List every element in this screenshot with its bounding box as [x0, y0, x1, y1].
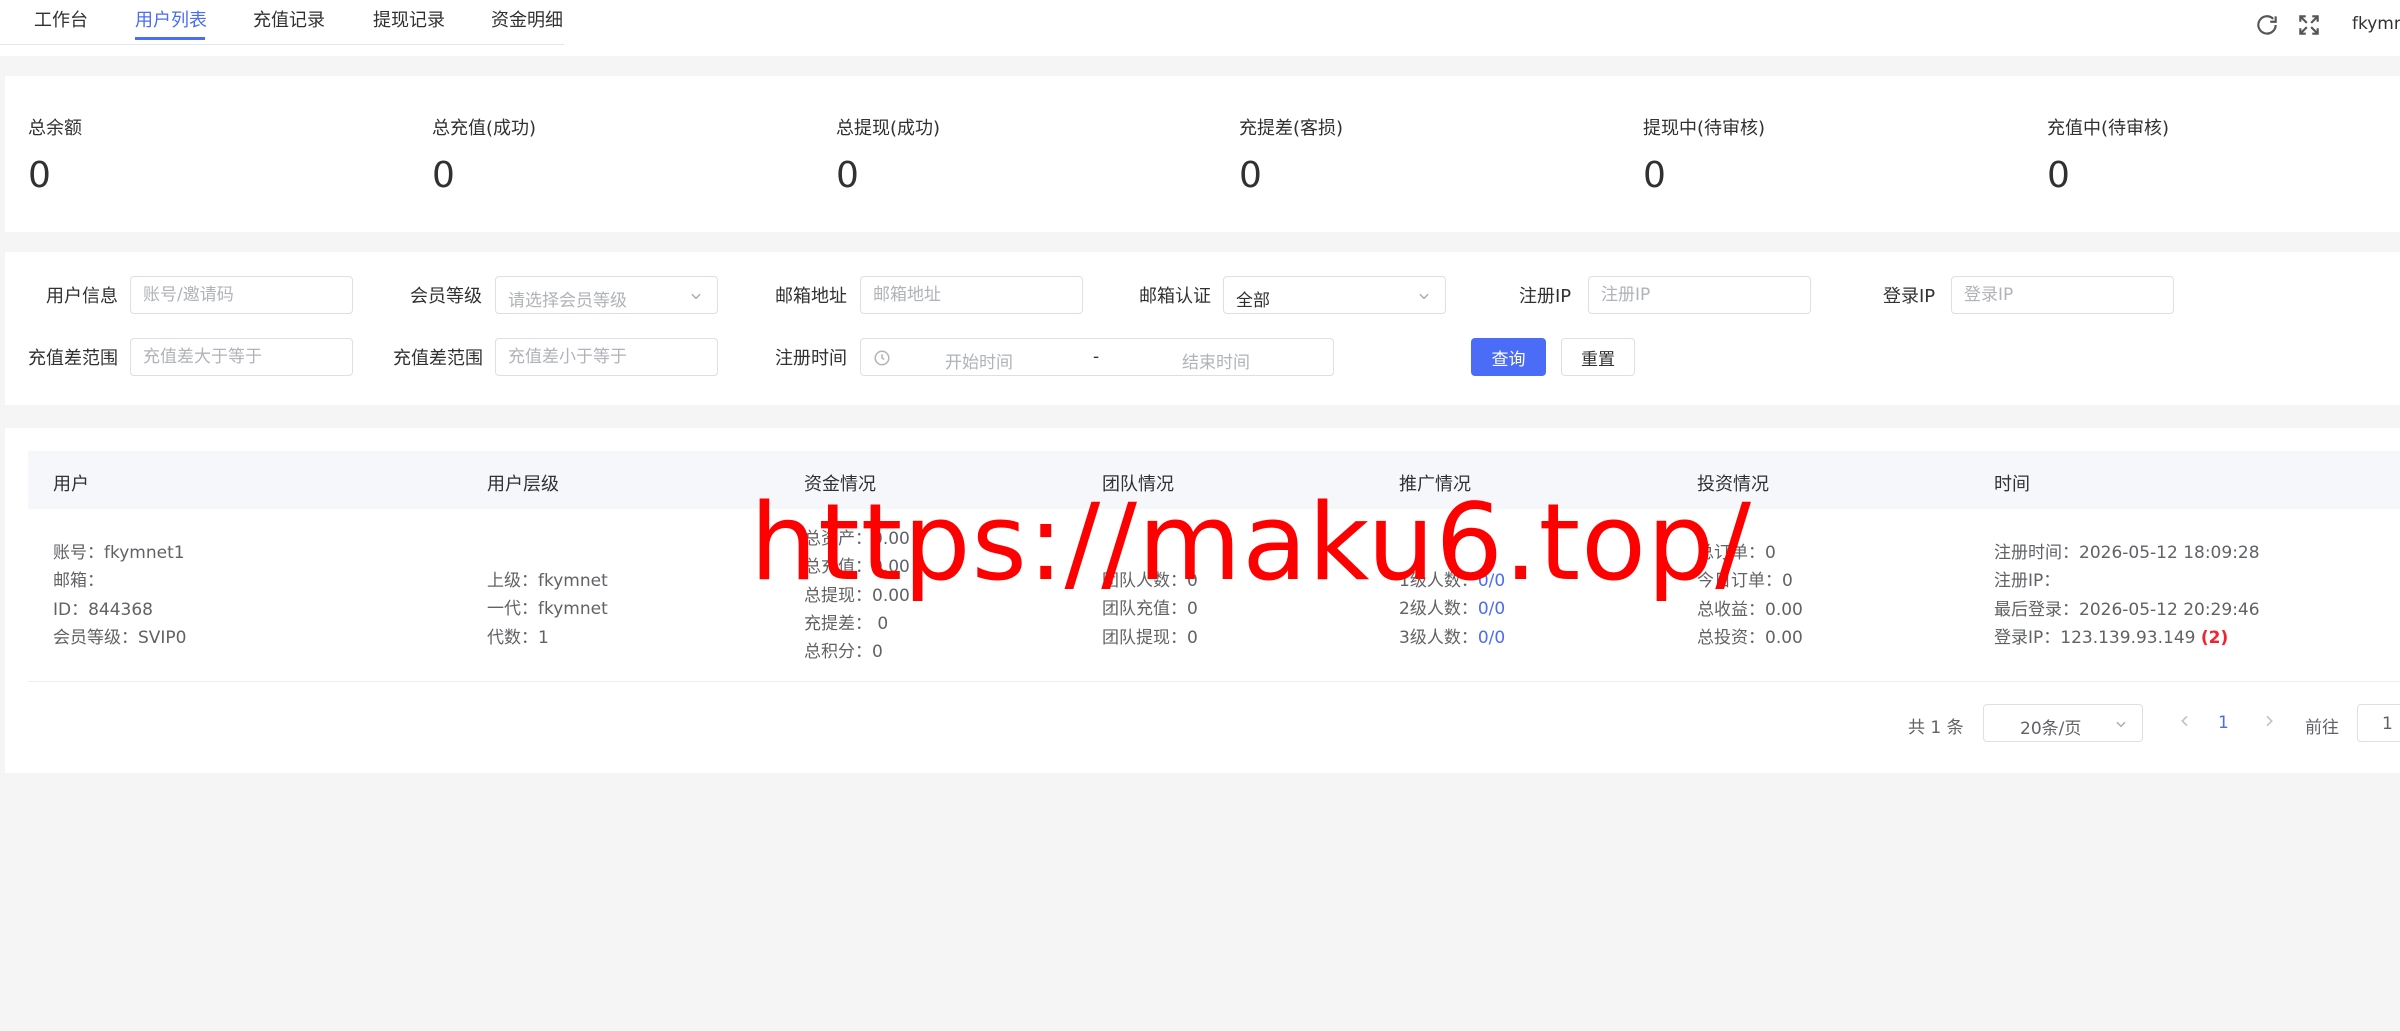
member-level-placeholder: 请选择会员等级	[508, 291, 627, 311]
tab-user-list[interactable]: 用户列表	[135, 6, 207, 32]
time-login-ip: 登录IP：123.139.93.149 (2)	[1994, 624, 2260, 652]
stat-label: 总提现(成功)	[836, 118, 941, 139]
member-level-label: 会员等级	[410, 286, 482, 307]
stat-withdraw-pending: 提现中(待审核) 0	[1643, 114, 1765, 196]
stat-total-withdraw: 总提现(成功) 0	[836, 114, 940, 196]
stat-label: 总充值(成功)	[432, 118, 537, 139]
fullscreen-icon[interactable]	[2296, 12, 2322, 38]
promo-level-3-value[interactable]: 0/0	[1478, 628, 1505, 648]
tab-recharge-records[interactable]: 充值记录	[253, 6, 325, 32]
goto-page-input[interactable]: 1	[2357, 704, 2400, 742]
stat-total-recharge: 总充值(成功) 0	[432, 114, 536, 196]
chevron-down-icon	[1419, 293, 1429, 300]
top-bar: 工作台 用户列表 充值记录 提现记录 资金明细 fkymnet	[0, 0, 2400, 56]
cell-user: 账号：fkymnet1 邮箱： ID：844368 会员等级：SVIP0	[53, 539, 187, 652]
reset-button[interactable]: 重置	[1561, 338, 1635, 376]
clock-icon	[874, 350, 890, 366]
email-verify-label: 邮箱认证	[1139, 286, 1211, 307]
stat-value: 0	[1643, 155, 1666, 196]
stat-value: 0	[836, 155, 859, 196]
invest-total-invest: 总投资：0.00	[1697, 627, 1803, 648]
active-tab-indicator	[135, 37, 205, 40]
stats-card: 总余额 0 总充值(成功) 0 总提现(成功) 0 充提差(客损) 0 提现中(…	[5, 76, 2400, 232]
team-withdraw: 团队提现：0	[1102, 627, 1198, 648]
email-verify-value: 全部	[1236, 291, 1270, 311]
page-size-select[interactable]: 20条/页	[1983, 704, 2143, 742]
column-header-time: 时间	[1994, 474, 2030, 495]
filter-card: 用户信息 会员等级 请选择会员等级 邮箱地址 邮箱认证 全部 注册IP 登录IP…	[5, 252, 2400, 405]
user-email: 邮箱：	[53, 571, 104, 592]
query-button[interactable]: 查询	[1471, 338, 1546, 376]
diff-max-label: 充值差范围	[393, 348, 483, 369]
user-info-label: 用户信息	[46, 286, 118, 307]
level-generations: 代数：1	[487, 627, 549, 648]
diff-min-input[interactable]	[130, 338, 353, 376]
stat-label: 充值中(待审核)	[2047, 118, 2170, 139]
funds-diff: 充提差： 0	[804, 613, 889, 634]
stat-value: 0	[28, 155, 51, 196]
login-ip-count[interactable]: (2)	[2201, 628, 2228, 648]
register-ip-input[interactable]	[1588, 276, 1811, 314]
watermark-url: https://maku6.top/	[750, 481, 1753, 604]
user-info-input[interactable]	[130, 276, 353, 314]
diff-max-input[interactable]	[495, 338, 718, 376]
time-last-login: 最后登录：2026-05-12 20:29:46	[1994, 599, 2260, 620]
page-number-current[interactable]: 1	[2218, 713, 2229, 733]
promo-level-3-label: 3级人数：	[1399, 627, 1478, 648]
next-page-icon[interactable]	[2261, 713, 2277, 729]
stat-recharge-withdraw-diff: 充提差(客损) 0	[1239, 114, 1343, 196]
chevron-down-icon	[2116, 721, 2126, 728]
page-size-value: 20条/页	[2020, 719, 2082, 739]
tab-fund-details[interactable]: 资金明细	[491, 6, 563, 32]
user-id: ID：844368	[53, 599, 153, 620]
user-account: 账号：fkymnet1	[53, 543, 185, 563]
cell-time: 注册时间：2026-05-12 18:09:28 注册IP： 最后登录：2026…	[1994, 539, 2260, 652]
column-header-level: 用户层级	[487, 474, 559, 495]
time-register: 注册时间：2026-05-12 18:09:28	[1994, 543, 2260, 563]
login-ip-label: 登录IP	[1883, 286, 1936, 307]
email-verify-select[interactable]: 全部	[1223, 276, 1446, 314]
promo-level-3: 3级人数：0/0	[1399, 624, 1505, 652]
login-ip-value: 登录IP：123.139.93.149	[1994, 627, 2196, 648]
column-header-user: 用户	[53, 474, 89, 495]
email-input[interactable]	[860, 276, 1083, 314]
tab-workbench[interactable]: 工作台	[34, 6, 88, 32]
register-ip-label: 注册IP	[1519, 286, 1572, 307]
start-time-input[interactable]: 开始时间	[945, 348, 1013, 373]
goto-label: 前往	[2305, 718, 2339, 738]
level-parent: 上级：fkymnet	[487, 571, 608, 591]
login-ip-input[interactable]	[1951, 276, 2174, 314]
stat-value: 0	[2047, 155, 2070, 196]
stat-recharge-pending: 充值中(待审核) 0	[2047, 114, 2169, 196]
tab-withdraw-records[interactable]: 提现记录	[373, 6, 445, 32]
user-member-level: 会员等级：SVIP0	[53, 627, 187, 648]
range-separator: -	[1093, 347, 1100, 367]
diff-min-label: 充值差范围	[28, 348, 118, 369]
refresh-icon[interactable]	[2254, 12, 2280, 38]
pagination-total: 共 1 条	[1908, 718, 1964, 738]
email-label: 邮箱地址	[775, 286, 847, 307]
username[interactable]: fkymnet	[2352, 14, 2400, 34]
stat-total-balance: 总余额 0	[28, 114, 82, 196]
end-time-input[interactable]: 结束时间	[1182, 348, 1250, 373]
row-divider	[28, 681, 2400, 682]
stat-label: 充提差(客损)	[1239, 118, 1344, 139]
goto-page-value: 1	[2382, 714, 2393, 734]
stat-value: 0	[1239, 155, 1262, 196]
member-level-select[interactable]: 请选择会员等级	[495, 276, 718, 314]
stat-value: 0	[432, 155, 455, 196]
stat-label: 提现中(待审核)	[1643, 118, 1766, 139]
stat-label: 总余额	[28, 118, 82, 139]
cell-level: 上级：fkymnet 一代：fkymnet 代数：1	[487, 567, 608, 652]
register-time-label: 注册时间	[775, 348, 847, 369]
funds-points: 总积分：0	[804, 642, 883, 663]
level-first-gen: 一代：fkymnet	[487, 599, 608, 620]
prev-page-icon[interactable]	[2177, 713, 2193, 729]
time-register-ip: 注册IP：	[1994, 571, 2061, 592]
register-time-range[interactable]: 开始时间 - 结束时间	[860, 338, 1334, 376]
tab-bar: 工作台 用户列表 充值记录 提现记录 资金明细	[0, 0, 564, 45]
chevron-down-icon	[691, 293, 701, 300]
